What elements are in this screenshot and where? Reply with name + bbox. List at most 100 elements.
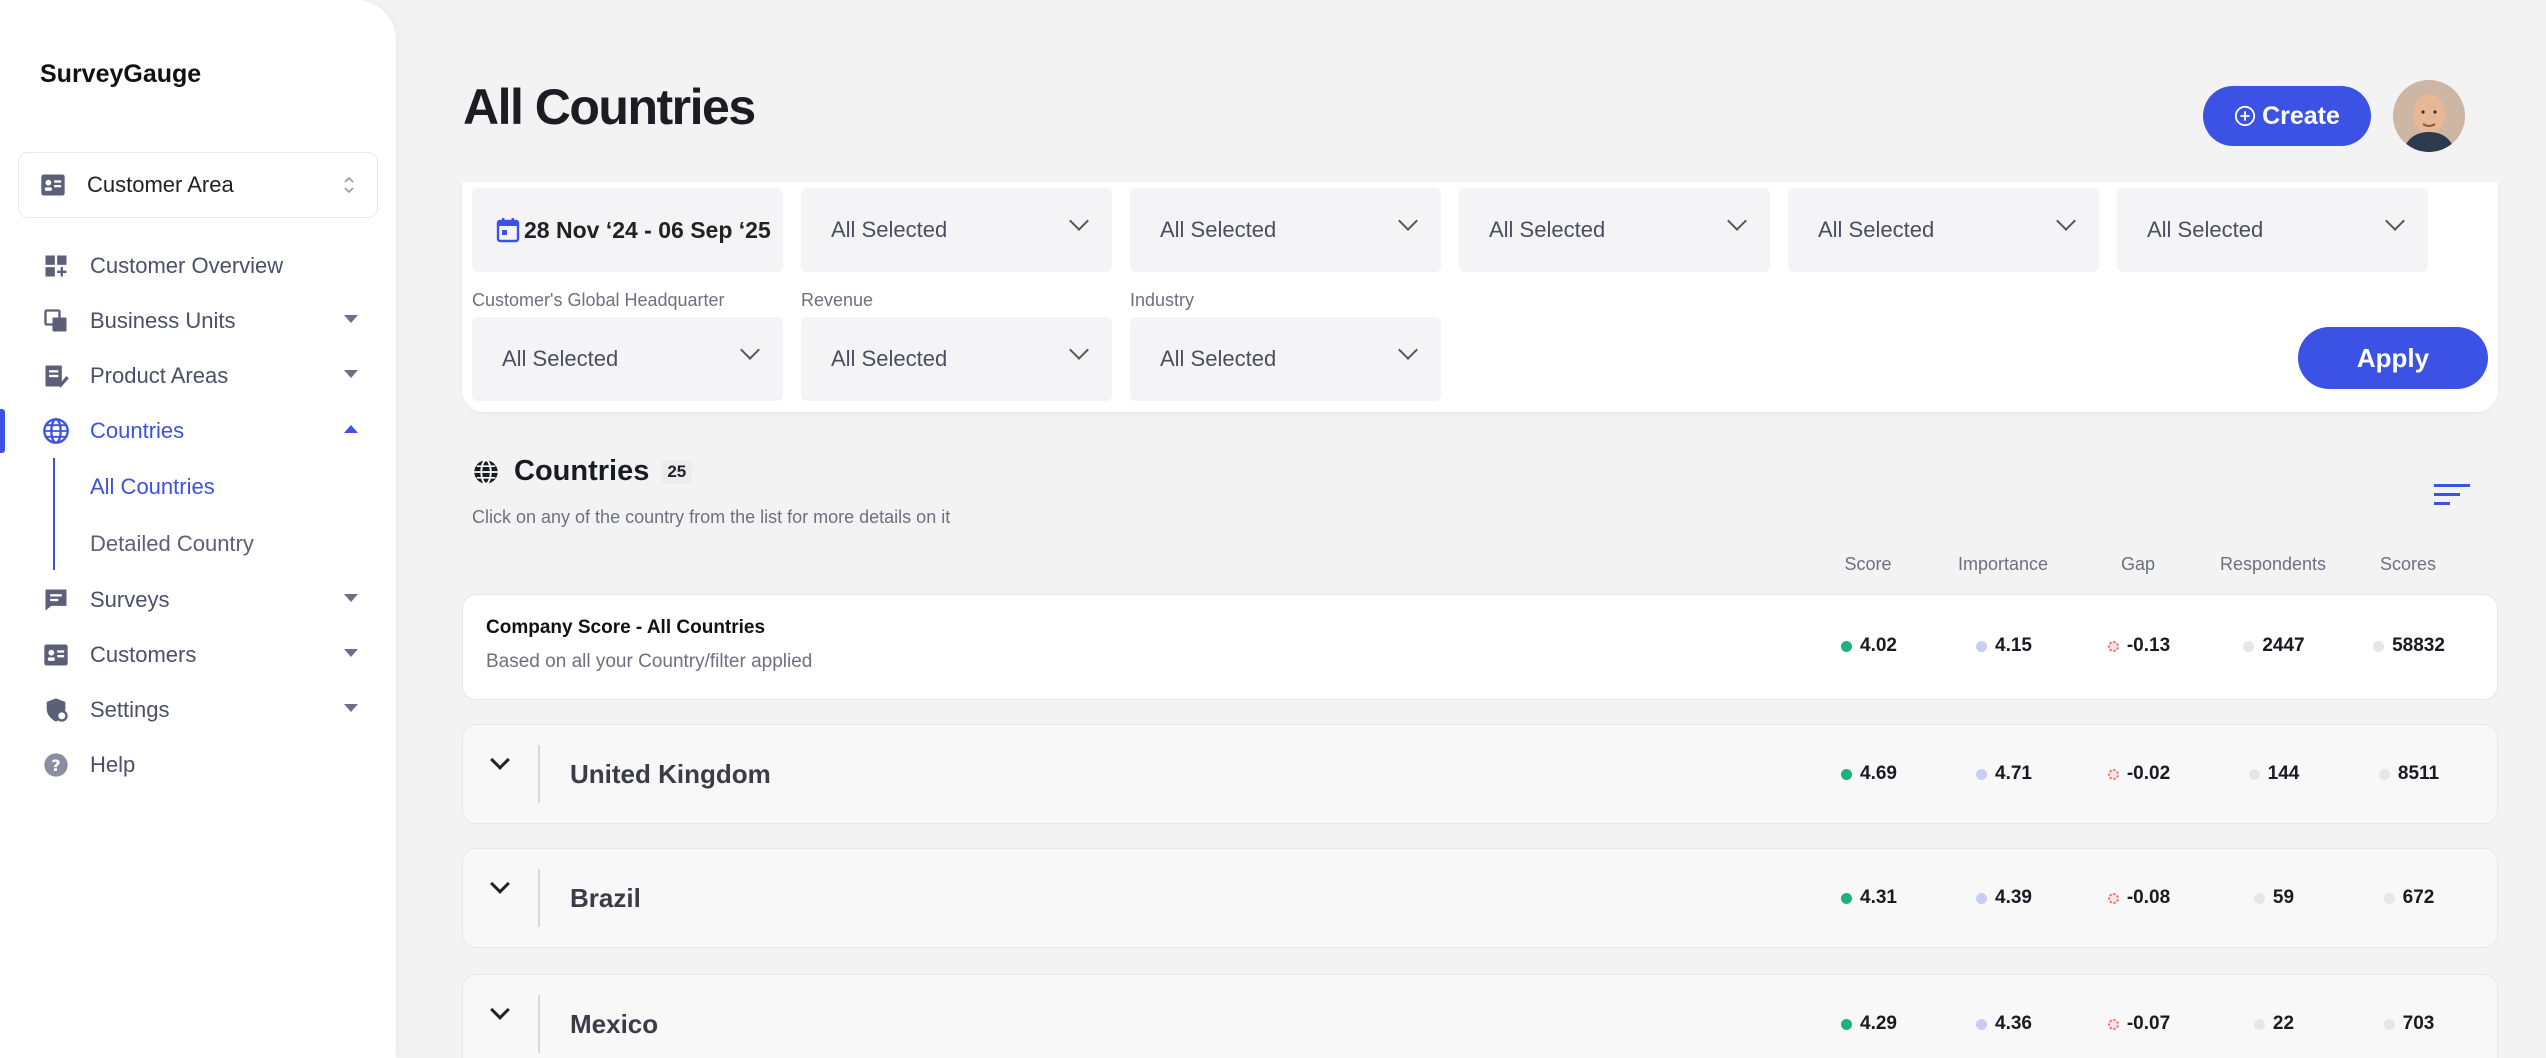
sidebar-item-countries[interactable]: Countries — [0, 403, 396, 458]
filter-select-value: All Selected — [2147, 217, 2264, 242]
area-selector[interactable]: Customer Area — [18, 152, 378, 218]
sidebar-nav: Customer Overview Business Units Product… — [0, 238, 396, 792]
metric-text: 4.02 — [1860, 635, 1897, 656]
column-header-score: Score — [1844, 554, 1892, 574]
chevron-down-icon — [740, 340, 760, 360]
sidebar-item-customer-overview[interactable]: Customer Overview — [0, 238, 396, 293]
score-dot — [1841, 640, 1852, 652]
respondents-value: 59 — [2204, 887, 2344, 909]
create-button-label: Create — [2262, 101, 2340, 130]
help-icon: ? — [44, 753, 68, 777]
sidebar-item-customers[interactable]: Customers — [0, 627, 396, 682]
row-divider — [538, 869, 540, 927]
countries-subtitle: Click on any of the country from the lis… — [472, 507, 951, 527]
sidebar-item-product-areas[interactable]: Product Areas — [0, 348, 396, 403]
column-header-importance: Importance — [1957, 554, 2049, 574]
brand-logo: SurveyGauge — [40, 60, 202, 88]
sidebar-item-business-units[interactable]: Business Units — [0, 293, 396, 348]
shield-gear-icon — [46, 698, 68, 722]
respondents-value: 22 — [2204, 1013, 2344, 1035]
filter-label-headquarter: Customer's Global Headquarter — [472, 290, 725, 310]
metric-text: 703 — [2402, 1013, 2435, 1034]
user-avatar[interactable] — [2393, 80, 2465, 152]
metric-text: -0.07 — [2126, 1013, 2171, 1034]
filter-select-2[interactable]: All Selected — [1130, 188, 1441, 272]
importance-dot — [1976, 1018, 1987, 1030]
country-row-mexico[interactable]: Mexico 4.29 4.36 -0.07 22 703 — [462, 974, 2498, 1058]
chevron-down-icon — [2056, 211, 2076, 231]
respondents-value: 2447 — [2204, 635, 2344, 657]
scores-dot — [2383, 1018, 2395, 1030]
avatar-image — [2393, 80, 2465, 152]
filter-select-value: All Selected — [502, 346, 619, 371]
date-range-picker[interactable]: 28 Nov ‘24 - 06 Sep ‘25 — [472, 188, 783, 272]
gap-dot — [2107, 768, 2119, 780]
respondents-value: 144 — [2204, 763, 2344, 785]
respondents-dot — [2253, 1018, 2265, 1030]
sidebar-item-settings[interactable]: Settings — [0, 682, 396, 737]
metric-text: 4.36 — [1995, 1013, 2032, 1034]
importance-value: 4.39 — [1934, 887, 2074, 909]
filter-select-5[interactable]: All Selected — [2117, 188, 2428, 272]
column-header-respondents: Respondents — [2219, 554, 2327, 574]
filter-select-value: All Selected — [1160, 217, 1277, 242]
sidebar-item-surveys[interactable]: Surveys — [0, 572, 396, 627]
score-dot — [1841, 1018, 1852, 1030]
industry-select[interactable]: All Selected — [1130, 317, 1441, 401]
date-range-value: 28 Nov ‘24 - 06 Sep ‘25 — [524, 216, 771, 243]
score-value: 4.02 — [1799, 635, 1939, 657]
headquarter-select[interactable]: All Selected — [472, 317, 783, 401]
apply-button[interactable]: Apply — [2298, 327, 2488, 389]
chevron-down-icon — [1727, 211, 1747, 231]
metric-text: 4.15 — [1995, 635, 2032, 656]
gap-dot — [2107, 640, 2119, 652]
sort-icon[interactable] — [2434, 480, 2470, 508]
contact-card-icon — [41, 174, 65, 196]
sidebar-item-help[interactable]: ? Help — [0, 737, 396, 792]
filter-label-revenue: Revenue — [801, 290, 874, 310]
column-header-scores: Scores — [2379, 554, 2437, 574]
countries-submenu: All Countries Detailed Country — [0, 458, 396, 572]
gap-value: -0.07 — [2069, 1013, 2209, 1035]
sidebar-subitem-all-countries[interactable]: All Countries — [90, 458, 396, 515]
metric-text: 672 — [2402, 887, 2435, 908]
country-name: Mexico — [570, 1009, 659, 1039]
importance-dot — [1976, 892, 1987, 904]
metric-text: -0.08 — [2126, 887, 2171, 908]
caret-down-icon — [344, 370, 358, 378]
calendar-icon — [496, 218, 520, 243]
gap-value: -0.08 — [2069, 887, 2209, 909]
country-row-brazil[interactable]: Brazil 4.31 4.39 -0.08 59 672 — [462, 848, 2498, 948]
metric-text: 4.29 — [1860, 1013, 1897, 1034]
filter-label-industry: Industry — [1130, 290, 1195, 310]
caret-down-icon — [344, 704, 358, 712]
caret-down-icon — [344, 315, 358, 323]
metric-text: 58832 — [2392, 635, 2445, 656]
gap-dot — [2107, 1018, 2119, 1030]
chevron-down-icon[interactable] — [490, 750, 510, 770]
sidebar-item-label: Surveys — [90, 586, 170, 612]
importance-dot — [1976, 640, 1987, 652]
chevron-down-icon[interactable] — [490, 1000, 510, 1020]
chat-icon — [45, 589, 67, 611]
scores-dot — [2383, 892, 2395, 904]
countries-header: Countries 25 — [472, 455, 693, 488]
filter-select-value: All Selected — [1160, 346, 1277, 371]
score-dot — [1841, 768, 1852, 780]
importance-value: 4.71 — [1934, 763, 2074, 785]
filter-select-3[interactable]: All Selected — [1459, 188, 1770, 272]
respondents-dot — [2253, 892, 2265, 904]
filter-select-4[interactable]: All Selected — [1788, 188, 2099, 272]
gap-value: -0.13 — [2069, 635, 2209, 657]
scores-value: 672 — [2339, 887, 2479, 909]
chevron-down-icon — [2385, 211, 2405, 231]
scores-value: 703 — [2339, 1013, 2479, 1035]
sidebar-subitem-detailed-country[interactable]: Detailed Country — [90, 515, 396, 572]
countries-count-badge: 25 — [661, 459, 693, 484]
chevron-down-icon — [1398, 211, 1418, 231]
chevron-down-icon[interactable] — [490, 874, 510, 894]
filter-select-1[interactable]: All Selected — [801, 188, 1112, 272]
country-row-united-kingdom[interactable]: United Kingdom 4.69 4.71 -0.02 144 8511 — [462, 724, 2498, 824]
create-button[interactable]: Create — [2203, 86, 2371, 146]
revenue-select[interactable]: All Selected — [801, 317, 1112, 401]
